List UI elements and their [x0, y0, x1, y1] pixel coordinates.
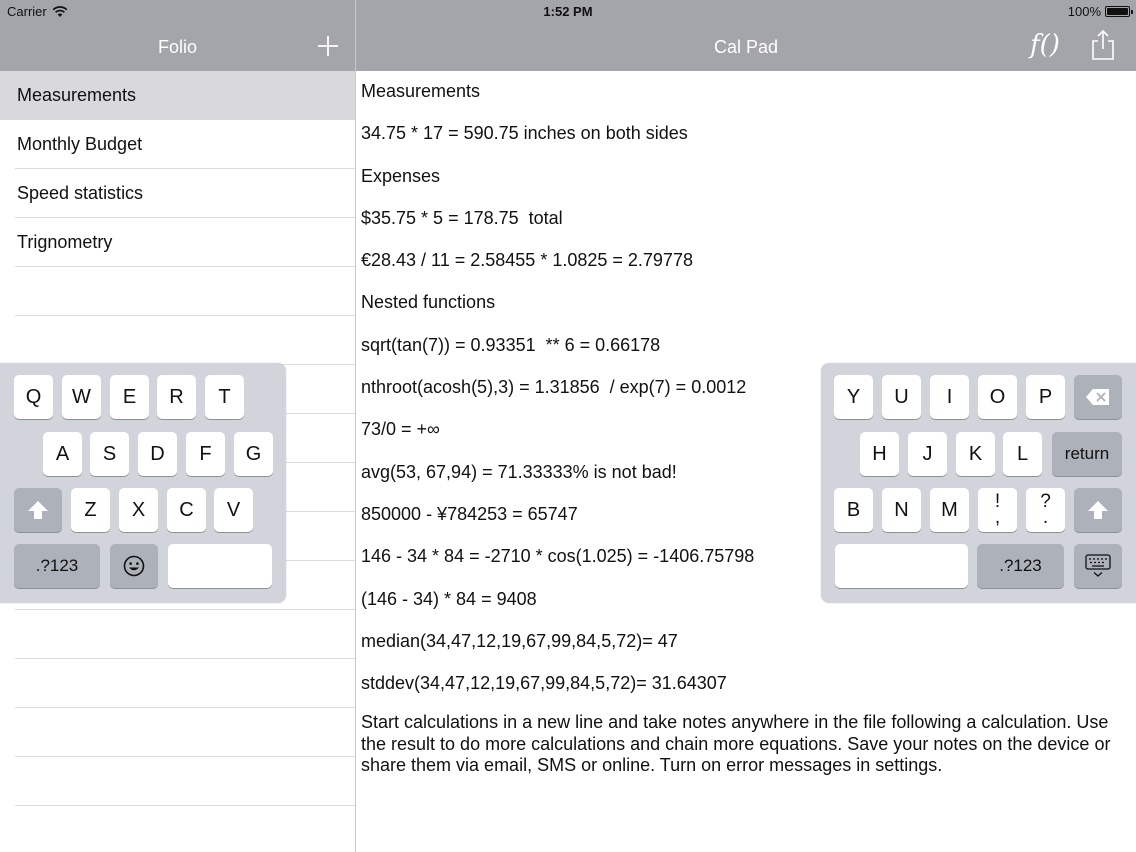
keyboard-dismiss-key[interactable]: [1074, 544, 1122, 588]
key-b[interactable]: B: [834, 488, 873, 532]
clock: 1:52 PM: [543, 4, 593, 19]
note-line: stddev(34,47,12,19,67,99,84,5,72)= 31.64…: [361, 673, 727, 694]
note-line: Measurements: [361, 81, 481, 101]
backspace-key[interactable]: [1074, 375, 1122, 419]
empty-row: [0, 267, 355, 316]
key-q[interactable]: Q: [14, 375, 53, 419]
key-n[interactable]: N: [882, 488, 921, 532]
shift-key-right[interactable]: [1074, 488, 1122, 532]
folio-item-label: Trignometry: [17, 232, 113, 252]
space-key-right[interactable]: [835, 544, 968, 588]
return-key[interactable]: return: [1052, 432, 1122, 476]
key-f[interactable]: F: [186, 432, 225, 476]
key-p[interactable]: P: [1026, 375, 1065, 419]
battery-indicator: 100%: [1067, 4, 1133, 19]
key-o[interactable]: O: [978, 375, 1017, 419]
key-x[interactable]: X: [119, 488, 158, 532]
key-j[interactable]: J: [908, 432, 947, 476]
key-z[interactable]: Z: [71, 488, 110, 532]
key-u[interactable]: U: [882, 375, 921, 419]
split-divider: [355, 0, 356, 852]
note-line: $35.75 * 5 = 178.75 total: [361, 207, 563, 228]
key-c[interactable]: C: [167, 488, 206, 532]
note-line: median(34,47,12,19,67,99,84,5,72)= 47: [361, 630, 678, 651]
emoji-key[interactable]: [110, 544, 158, 588]
note-line: Expenses: [361, 165, 441, 186]
key-e[interactable]: E: [110, 375, 149, 419]
key-exclaim-comma[interactable]: ! ,: [978, 488, 1017, 532]
note-title: Cal Pad: [713, 37, 779, 57]
key-m[interactable]: M: [930, 488, 969, 532]
numbers-key[interactable]: .?123: [14, 544, 100, 588]
key-k[interactable]: K: [956, 432, 995, 476]
shift-icon: [28, 501, 48, 519]
key-a[interactable]: A: [43, 432, 82, 476]
keyboard-dismiss-icon: [1085, 554, 1111, 577]
plus-icon[interactable]: [316, 34, 340, 58]
split-keyboard-right: Y U I O P H J K L return B N M ! , ? . .…: [821, 363, 1136, 603]
note-paragraph: Start calculations in a new line and tak…: [361, 712, 1111, 776]
status-bar: Carrier 1:52 PM 100%: [0, 0, 1136, 24]
key-y[interactable]: Y: [834, 375, 873, 419]
note-line: 34.75 * 17 = 590.75 inches on both sides: [361, 123, 688, 144]
split-keyboard-left: Q W E R T A S D F G Z X C V .?123: [0, 363, 286, 603]
key-v[interactable]: V: [214, 488, 253, 532]
key-r[interactable]: R: [157, 375, 196, 419]
backspace-icon: [1086, 389, 1109, 405]
function-icon[interactable]: f(): [1030, 28, 1064, 62]
key-secondary-char: .: [1042, 507, 1049, 528]
folio-item-measurements[interactable]: Measurements: [0, 71, 355, 120]
key-secondary-char: ,: [994, 507, 1001, 528]
empty-row: [0, 659, 355, 708]
calpad-screen: Carrier 1:52 PM 100% Folio Cal Pad f() M…: [0, 0, 1136, 852]
space-key-left[interactable]: [168, 544, 272, 588]
key-d[interactable]: D: [138, 432, 177, 476]
key-g[interactable]: G: [234, 432, 273, 476]
empty-row: [0, 757, 355, 806]
emoji-icon: [123, 555, 145, 577]
key-w[interactable]: W: [62, 375, 101, 419]
numbers-key-right[interactable]: .?123: [977, 544, 1064, 588]
key-l[interactable]: L: [1003, 432, 1042, 476]
empty-row: [0, 708, 355, 757]
folio-item-label: Speed statistics: [17, 183, 144, 203]
key-i[interactable]: I: [930, 375, 969, 419]
shift-icon: [1088, 501, 1108, 519]
key-h[interactable]: H: [860, 432, 899, 476]
note-line: Nested functions: [361, 292, 496, 313]
folio-item-speed-statistics[interactable]: Speed statistics: [0, 169, 355, 218]
empty-row: [0, 610, 355, 659]
sidebar-title: Folio: [157, 37, 197, 57]
empty-row: [0, 806, 355, 852]
battery-percent: 100%: [1067, 4, 1101, 19]
note-line: €28.43 / 11 = 2.58455 * 1.0825 = 2.79778: [361, 250, 693, 271]
shift-key[interactable]: [14, 488, 62, 532]
share-icon[interactable]: [1090, 29, 1116, 61]
battery-icon: [1105, 6, 1133, 17]
folio-item-trignometry[interactable]: Trignometry: [0, 218, 355, 267]
empty-row: [0, 316, 355, 365]
key-s[interactable]: S: [90, 432, 129, 476]
folio-item-label: Measurements: [17, 85, 137, 105]
folio-item-label: Monthly Budget: [17, 134, 143, 154]
key-question-period[interactable]: ? .: [1026, 488, 1065, 532]
folio-item-monthly-budget[interactable]: Monthly Budget: [0, 120, 355, 169]
key-t[interactable]: T: [205, 375, 244, 419]
